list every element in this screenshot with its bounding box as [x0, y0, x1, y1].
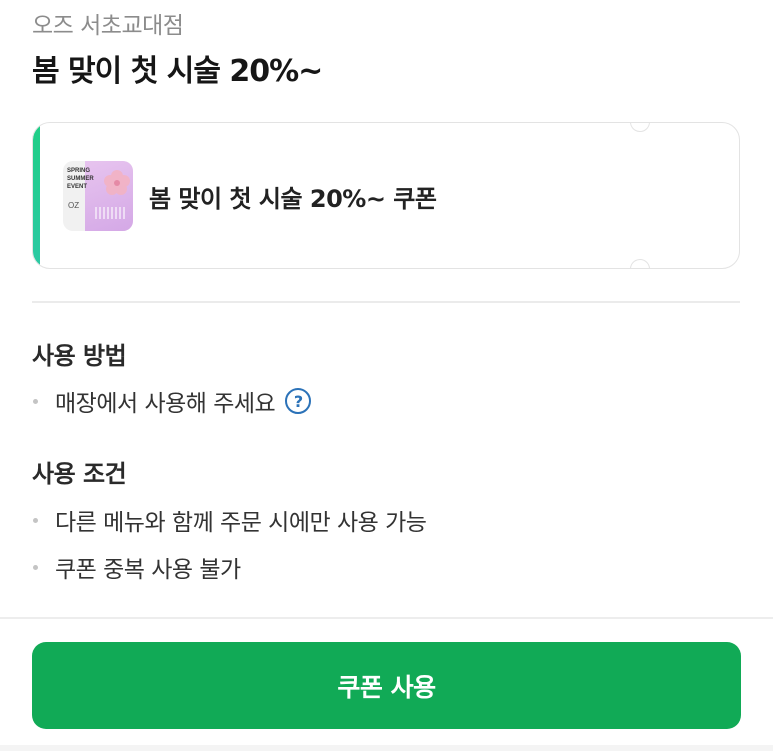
usage-condition-item: 다른 메뉴와 함께 주문 시에만 사용 가능 — [32, 503, 427, 537]
store-name: 오즈 서초교대점 — [32, 13, 184, 39]
thumbnail-text-line: SUMMER — [67, 176, 94, 182]
flower-icon — [104, 170, 130, 195]
question-circle-icon[interactable]: ? — [285, 388, 312, 414]
use-coupon-button[interactable]: 쿠폰 사용 — [32, 642, 741, 729]
coupon-accent-bar — [33, 123, 40, 268]
usage-condition-item: 쿠폰 중복 사용 불가 — [32, 550, 241, 584]
usage-conditions-title: 사용 조건 — [32, 460, 127, 488]
coupon-thumbnail: SPRING SUMMER EVENT OZ — [63, 161, 133, 231]
coupon-card[interactable]: SPRING SUMMER EVENT OZ 봄 맞이 첫 시술 20%~ 쿠폰 — [32, 122, 740, 269]
usage-method-item: 매장에서 사용해 주세요 ? — [32, 384, 312, 418]
footer-divider — [0, 617, 773, 619]
thumbnail-pattern — [95, 207, 127, 219]
coupon-notch-bottom — [630, 259, 650, 268]
thumbnail-text-line: SPRING — [67, 168, 91, 174]
thumbnail-logo: OZ — [68, 201, 80, 210]
usage-method-title: 사용 방법 — [32, 342, 127, 370]
thumbnail-text-line: EVENT — [67, 184, 88, 190]
bullet-dot — [33, 398, 38, 404]
bullet-dot — [33, 517, 38, 523]
section-divider — [32, 301, 740, 303]
page-title: 봄 맞이 첫 시술 20%~ — [32, 54, 323, 89]
bullet-dot — [33, 564, 38, 570]
usage-condition-text: 다른 메뉴와 함께 주문 시에만 사용 가능 — [55, 510, 427, 536]
usage-condition-text: 쿠폰 중복 사용 불가 — [55, 557, 241, 583]
bottom-bar — [0, 745, 773, 751]
coupon-notch-top — [630, 123, 650, 132]
usage-method-text: 매장에서 사용해 주세요 — [55, 391, 276, 417]
thumbnail-event-text: SPRING SUMMER EVENT — [67, 167, 94, 191]
coupon-name: 봄 맞이 첫 시술 20%~ 쿠폰 — [149, 185, 437, 213]
